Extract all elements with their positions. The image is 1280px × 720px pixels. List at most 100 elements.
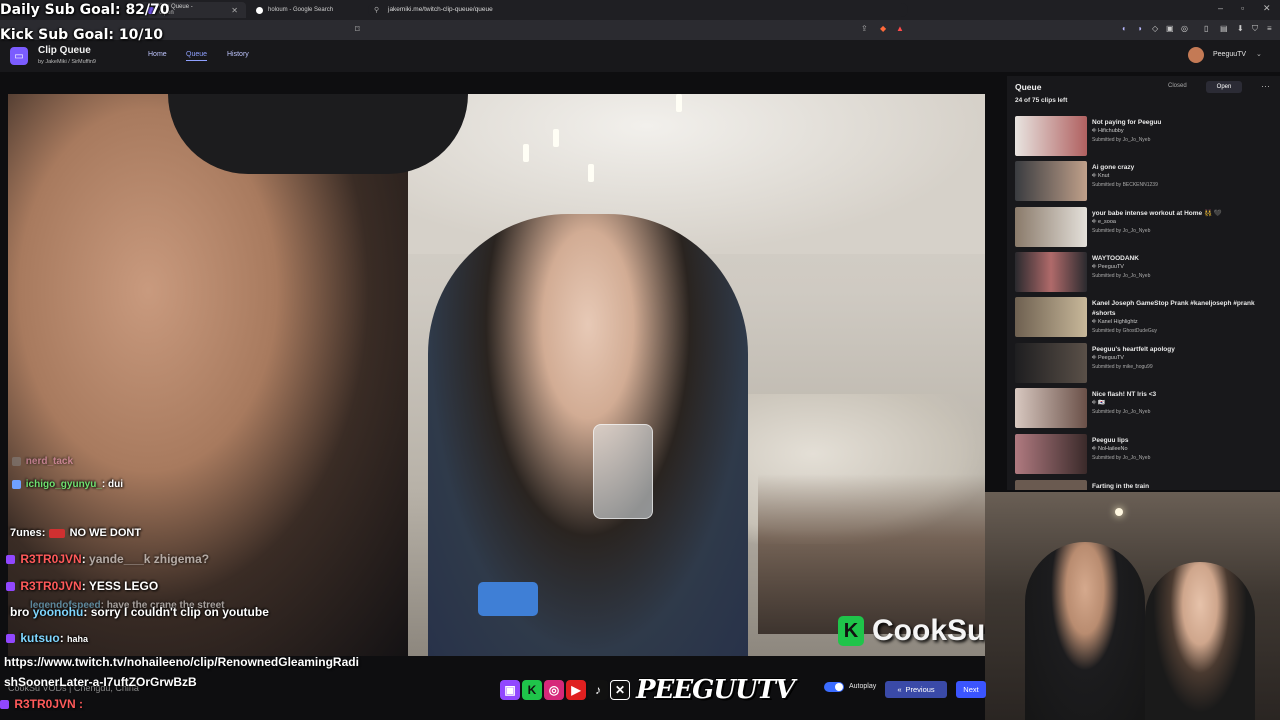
extension-1-icon[interactable]: ◐ (1122, 24, 1127, 33)
clip-submitter: Submitted by Jo_Jo_Nyeb (1092, 455, 1151, 461)
tiktok-icon: ♪ (588, 680, 608, 700)
share-icon[interactable]: ⇪ (861, 24, 868, 33)
queue-item[interactable]: Farting in the train (1015, 480, 1273, 490)
youtube-icon: ▶ (566, 680, 586, 700)
clip-channel: ⎆ NoHaileeNo (1092, 446, 1128, 452)
avatar[interactable] (1188, 47, 1204, 63)
ceiling-light (523, 144, 529, 162)
next-button[interactable]: Next (956, 681, 986, 698)
video-glass (593, 424, 653, 519)
chat-badge-icon (6, 582, 15, 592)
autoplay-toggle[interactable] (824, 682, 844, 692)
wallet-icon[interactable]: ▤ (1220, 24, 1228, 33)
clip-title: Farting in the train (1092, 483, 1150, 490)
nav-history[interactable]: History (227, 51, 249, 58)
clip-title: Ai gone crazy (1092, 164, 1135, 171)
queue-item[interactable]: Peeguu lips ⎆ NoHaileeNo Submitted by Jo… (1015, 434, 1273, 476)
site-info-icon[interactable]: ⚲ (374, 6, 379, 14)
brave-shield-icon[interactable]: ◆ (880, 24, 886, 33)
peeguu-brand-logo: PEEGUUTV (636, 675, 795, 705)
queue-item[interactable]: your babe intense workout at Home 👯 🖤 ⎆ … (1015, 207, 1273, 249)
vpn-icon[interactable]: ⛉ (1252, 24, 1258, 34)
clip-title: your babe intense workout at Home 👯 🖤 (1092, 210, 1222, 217)
webcam-feed (985, 492, 1280, 720)
clip-submitter: Submitted by Jo_Jo_Nyeb (1092, 273, 1151, 279)
queue-item[interactable]: Nice flash! NT Iris <3 ⎆ 🇰🇷 Submitted by… (1015, 388, 1273, 430)
maximize-icon[interactable]: ▫ (1241, 3, 1244, 13)
twitch-icon: ▣ (500, 680, 520, 700)
clip-thumbnail (1015, 161, 1087, 201)
queue-count: 24 of 75 clips left (1015, 97, 1068, 104)
video-player[interactable] (8, 94, 985, 656)
clip-title: WAYTOODANK (1092, 255, 1139, 262)
queue-closed-button[interactable]: Closed (1168, 83, 1187, 89)
queue-item[interactable]: WAYTOODANK ⎆ PeeguuTV Submitted by Jo_Jo… (1015, 252, 1273, 294)
extension-3-icon[interactable]: ◇ (1152, 24, 1158, 33)
queue-item[interactable]: Kanel Joseph GameStop Prank #kaneljoseph… (1015, 297, 1273, 339)
queue-open-button[interactable]: Open (1206, 81, 1242, 93)
kick-icon: K (522, 680, 542, 700)
browser-tab-google[interactable]: holoum - Google Search (248, 2, 368, 18)
queue-item[interactable]: Ai gone crazy ⎆ Knut Submitted by BECKEN… (1015, 161, 1273, 203)
kick-sub-goal: Kick Sub Goal: 10/10 (0, 27, 163, 43)
app-subtitle: by JakeMiki / SirMuffin9 (38, 59, 96, 65)
clip-queue-logo-icon[interactable]: ▭ (10, 47, 28, 65)
instagram-icon: ◎ (544, 680, 564, 700)
nav-queue[interactable]: Queue (186, 51, 208, 61)
chat-message: nerd_tack (12, 456, 73, 467)
clip-submitter: Submitted by BECKENN1239 (1092, 182, 1158, 188)
webcam-person-left (1025, 542, 1145, 720)
more-options-icon[interactable]: ⋯ (1261, 81, 1270, 92)
clip-thumbnail (1015, 297, 1087, 337)
url-text: jakemiki.me/twitch-clip-queue/queue (388, 6, 493, 13)
minimize-icon[interactable]: – (1218, 3, 1223, 13)
user-name[interactable]: PeeguuTV (1213, 51, 1246, 58)
chat-username: R3TR0JVN (14, 697, 76, 711)
extension-2-icon[interactable]: ◑ (1137, 24, 1142, 33)
sidebar-icon[interactable]: ▯ (1204, 24, 1208, 33)
clip-channel: ⎆ Hifichubby (1092, 128, 1124, 134)
daily-sub-goal: Daily Sub Goal: 82/70 (0, 2, 170, 18)
chat-username: kutsuo (20, 631, 60, 645)
tab-search-icon[interactable]: ◎ (1181, 24, 1188, 33)
chevron-down-icon[interactable]: ⌄ (1256, 50, 1262, 58)
chat-badge-icon (12, 479, 21, 489)
chat-message: bro yoonohu: sorry I couldn't clip on yo… (10, 605, 269, 619)
previous-button[interactable]: « Previous (885, 681, 947, 698)
chat-username: 7unes (10, 527, 42, 539)
clip-thumbnail (1015, 434, 1087, 474)
window-close-icon[interactable]: ✕ (1263, 3, 1271, 14)
previous-label: Previous (905, 685, 935, 694)
brave-rewards-icon[interactable]: ▲ (896, 24, 904, 33)
close-tab-icon[interactable]: ✕ (231, 6, 238, 15)
chat-username: R3TR0JVN (20, 552, 82, 566)
chat-text: yande___k zhigema? (89, 552, 210, 566)
video-chairs (758, 474, 985, 634)
clip-title: Peeguu's heartfelt apology (1092, 346, 1175, 353)
chat-username: yoonohu (32, 605, 84, 619)
queue-item[interactable]: Not paying for Peeguu ⎆ Hifichubby Submi… (1015, 116, 1273, 158)
video-person-center (428, 214, 748, 656)
download-icon[interactable]: ⬇ (1237, 24, 1244, 33)
video-phone (478, 582, 538, 616)
kick-logo-icon: K (838, 616, 864, 646)
chat-message: ichigo_gyunyu_: dui (12, 479, 123, 490)
queue-title: Queue (1015, 82, 1042, 92)
chat-username: ichigo_gyunyu_ (25, 479, 102, 490)
extensions-icon[interactable]: ▣ (1166, 24, 1174, 33)
chat-badge-icon (0, 700, 9, 710)
next-label: Next (963, 685, 979, 694)
clip-thumbnail (1015, 388, 1087, 428)
chat-message: R3TR0JVN : (0, 697, 83, 711)
chat-text: NO WE DONT (69, 527, 142, 539)
webcam-person-right (1145, 562, 1255, 720)
menu-icon[interactable]: ≡ (1267, 24, 1272, 33)
screen: Clip Queue - Open ✕ holoum - Google Sear… (0, 0, 1280, 720)
url-field[interactable]: ⚲ jakemiki.me/twitch-clip-queue/queue (368, 3, 908, 17)
clip-thumbnail (1015, 480, 1087, 490)
queue-item[interactable]: Peeguu's heartfelt apology ⎆ PeeguuTV Su… (1015, 343, 1273, 385)
nav-home[interactable]: Home (148, 51, 167, 58)
clip-thumbnail (1015, 207, 1087, 247)
chat-badge-icon (6, 634, 15, 644)
bookmark-icon[interactable]: ⌑ (355, 24, 360, 35)
